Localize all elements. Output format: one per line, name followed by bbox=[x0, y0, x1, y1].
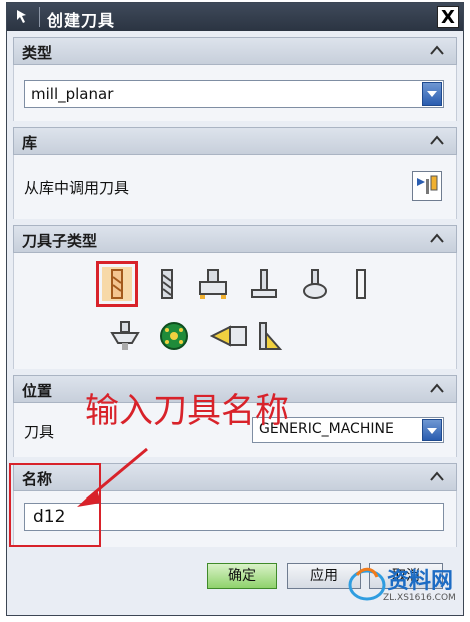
close-button[interactable]: X bbox=[437, 6, 459, 28]
watermark-subtext: ZL.XS1616.COM bbox=[383, 593, 456, 603]
chevron-up-icon[interactable] bbox=[428, 230, 446, 248]
section-type-header[interactable]: 类型 bbox=[13, 37, 457, 65]
t-cutter-tool-icon[interactable] bbox=[248, 267, 278, 301]
ball-cutter-tool-icon[interactable] bbox=[158, 319, 188, 353]
form-tool-icon[interactable] bbox=[254, 319, 284, 353]
annotation-arrow-icon bbox=[77, 447, 148, 507]
annotation-text: 输入刀具名称 bbox=[85, 391, 289, 431]
face-mill-tool-icon[interactable] bbox=[196, 267, 227, 301]
section-type-label: 类型 bbox=[22, 44, 53, 62]
chevron-up-icon[interactable] bbox=[428, 380, 446, 398]
create-tool-dialog: 创建刀具 X 类型 mill_planar 库 从库中调用刀具 刀具子类型 位置… bbox=[6, 2, 464, 616]
section-type-body: mill_planar bbox=[13, 65, 457, 121]
chevron-up-icon[interactable] bbox=[428, 132, 446, 150]
drill-fluted-tool-icon[interactable] bbox=[152, 267, 182, 301]
dialog-title: 创建刀具 bbox=[47, 11, 116, 30]
ok-button[interactable]: 确定 bbox=[207, 563, 277, 589]
type-dropdown-value: mill_planar bbox=[31, 85, 114, 103]
thread-mill-tool-icon[interactable] bbox=[108, 319, 140, 353]
section-subtype-label: 刀具子类型 bbox=[22, 232, 98, 250]
cursor-icon bbox=[17, 10, 26, 23]
library-retrieve-icon bbox=[417, 175, 438, 194]
dropdown-arrow-icon[interactable] bbox=[422, 82, 442, 106]
section-library-label: 库 bbox=[22, 134, 38, 152]
titlebar: 创建刀具 X bbox=[7, 3, 463, 31]
watermark-text: 资料网 bbox=[387, 569, 454, 594]
chevron-up-icon[interactable] bbox=[428, 42, 446, 60]
dropdown-arrow-icon[interactable] bbox=[422, 419, 442, 441]
watermark-logo-icon bbox=[348, 567, 386, 601]
mill-tool-icon[interactable] bbox=[96, 261, 138, 307]
chevron-up-icon[interactable] bbox=[428, 468, 446, 486]
chamfer-tool-icon[interactable] bbox=[346, 267, 376, 301]
titlebar-separator bbox=[39, 7, 40, 27]
library-text: 从库中调用刀具 bbox=[24, 179, 130, 197]
tool-field-label: 刀具 bbox=[24, 423, 55, 441]
retrieve-from-library-button[interactable] bbox=[412, 171, 442, 201]
watermark: 资料网 ZL.XS1616.COM bbox=[343, 555, 463, 615]
spot-drill-tool-icon[interactable] bbox=[209, 319, 250, 353]
section-subtype-header[interactable]: 刀具子类型 bbox=[13, 225, 457, 253]
section-library-header[interactable]: 库 bbox=[13, 127, 457, 155]
type-dropdown[interactable]: mill_planar bbox=[24, 80, 444, 108]
section-library-body: 从库中调用刀具 bbox=[13, 155, 457, 219]
section-subtype-body bbox=[13, 253, 457, 369]
barrel-tool-icon[interactable] bbox=[300, 267, 330, 301]
section-position-label: 位置 bbox=[22, 382, 53, 400]
